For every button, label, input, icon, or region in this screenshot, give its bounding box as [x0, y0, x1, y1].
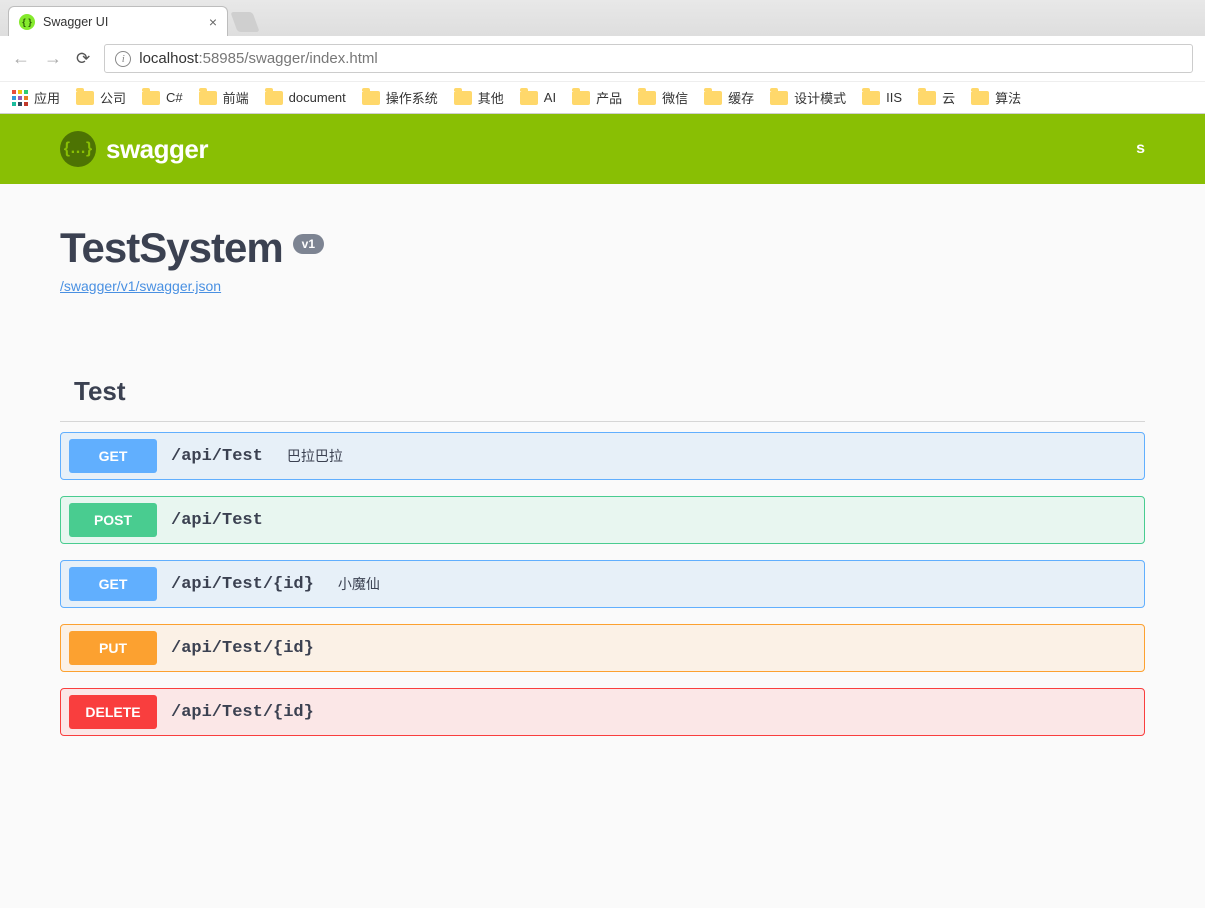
folder-icon [971, 91, 989, 105]
bookmark-folder[interactable]: 设计模式 [770, 88, 846, 107]
tag-header[interactable]: Test [60, 366, 1145, 422]
tab-title: Swagger UI [43, 15, 108, 29]
browser-chrome: { } Swagger UI × ← → ⟳ i localhost:58985… [0, 0, 1205, 114]
back-arrow-icon[interactable]: ← [12, 48, 30, 69]
operation-path: /api/Test/{id} [171, 703, 314, 722]
bookmark-label: 云 [942, 88, 955, 107]
new-tab-button[interactable] [230, 12, 259, 32]
bookmark-label: 其他 [478, 88, 504, 107]
method-badge: POST [69, 503, 157, 537]
folder-icon [520, 91, 538, 105]
tab-strip: { } Swagger UI × [0, 0, 1205, 36]
operation-path: /api/Test [171, 511, 263, 530]
folder-icon [572, 91, 590, 105]
bookmarks-bar: 应用 公司 C# 前端 document 操作系统 其他 AI 产品 微信 缓存 设计模式 IIS 云 算… [0, 81, 1205, 113]
folder-icon [638, 91, 656, 105]
operation-get[interactable]: GET/api/Test 巴拉巴拉 [60, 432, 1145, 480]
api-title-row: TestSystem v1 [60, 224, 1145, 272]
bookmark-folder[interactable]: 缓存 [704, 88, 754, 107]
bookmark-folder[interactable]: 产品 [572, 88, 622, 107]
tag-section: Test GET/api/Test巴拉巴拉POST/api/TestGET/ap… [60, 366, 1145, 736]
api-version-badge: v1 [293, 234, 324, 254]
bookmark-folder[interactable]: AI [520, 88, 556, 107]
apps-grid-icon [12, 90, 28, 106]
method-badge: GET [69, 439, 157, 473]
operation-post[interactable]: POST/api/Test [60, 496, 1145, 544]
operation-path: /api/Test/{id} [171, 575, 314, 594]
close-tab-icon[interactable]: × [209, 14, 217, 30]
operation-summary: 小魔仙 [338, 574, 380, 594]
address-bar[interactable]: i localhost:58985/swagger/index.html [104, 44, 1193, 73]
operation-put[interactable]: PUT/api/Test/{id} [60, 624, 1145, 672]
swagger-brand-text: swagger [106, 134, 208, 165]
apps-shortcut[interactable]: 应用 [12, 88, 60, 107]
browser-toolbar: ← → ⟳ i localhost:58985/swagger/index.ht… [0, 36, 1205, 81]
forward-arrow-icon[interactable]: → [44, 48, 62, 69]
bookmark-folder[interactable]: 云 [918, 88, 955, 107]
operation-path: /api/Test [171, 447, 263, 466]
bookmark-folder[interactable]: 其他 [454, 88, 504, 107]
folder-icon [918, 91, 936, 105]
operation-delete[interactable]: DELETE/api/Test/{id} [60, 688, 1145, 736]
site-info-icon[interactable]: i [115, 51, 131, 67]
bookmark-folder[interactable]: 算法 [971, 88, 1021, 107]
bookmark-folder[interactable]: 操作系统 [362, 88, 438, 107]
folder-icon [704, 91, 722, 105]
method-badge: DELETE [69, 695, 157, 729]
topbar-right-cut: s [1136, 140, 1145, 158]
bookmark-label: C# [166, 90, 183, 105]
folder-icon [76, 91, 94, 105]
bookmark-folder[interactable]: 前端 [199, 88, 249, 107]
bookmark-label: 设计模式 [794, 88, 846, 107]
bookmark-folder[interactable]: 公司 [76, 88, 126, 107]
folder-icon [362, 91, 380, 105]
operation-get[interactable]: GET/api/Test/{id} 小魔仙 [60, 560, 1145, 608]
bookmark-folder[interactable]: document [265, 88, 346, 107]
bookmark-label: 公司 [100, 88, 126, 107]
bookmark-label: 操作系统 [386, 88, 438, 107]
bookmark-label: 前端 [223, 88, 249, 107]
apps-label: 应用 [34, 88, 60, 107]
bookmark-folder[interactable]: 微信 [638, 88, 688, 107]
bookmark-label: 产品 [596, 88, 622, 107]
browser-tab[interactable]: { } Swagger UI × [8, 6, 228, 36]
bookmark-label: AI [544, 90, 556, 105]
spec-url-link[interactable]: /swagger/v1/swagger.json [60, 278, 221, 294]
folder-icon [265, 91, 283, 105]
bookmark-label: 微信 [662, 88, 688, 107]
url-text: localhost:58985/swagger/index.html [139, 50, 378, 67]
method-badge: GET [69, 567, 157, 601]
swagger-logo-icon: {…} [60, 131, 96, 167]
operation-path: /api/Test/{id} [171, 639, 314, 658]
operation-summary: 巴拉巴拉 [287, 446, 343, 466]
bookmark-label: document [289, 90, 346, 105]
bookmark-folder[interactable]: C# [142, 88, 183, 107]
bookmark-label: IIS [886, 90, 902, 105]
folder-icon [142, 91, 160, 105]
folder-icon [199, 91, 217, 105]
bookmark-folder[interactable]: IIS [862, 88, 902, 107]
api-title: TestSystem [60, 224, 283, 272]
swagger-favicon-icon: { } [19, 14, 35, 30]
bookmark-label: 缓存 [728, 88, 754, 107]
swagger-topbar: {…} swagger s [0, 114, 1205, 184]
method-badge: PUT [69, 631, 157, 665]
folder-icon [862, 91, 880, 105]
bookmark-label: 算法 [995, 88, 1021, 107]
operations-list: GET/api/Test巴拉巴拉POST/api/TestGET/api/Tes… [60, 432, 1145, 736]
folder-icon [770, 91, 788, 105]
folder-icon [454, 91, 472, 105]
swagger-content: TestSystem v1 /swagger/v1/swagger.json T… [0, 184, 1205, 792]
swagger-logo[interactable]: {…} swagger [60, 131, 208, 167]
reload-icon[interactable]: ⟳ [76, 49, 90, 69]
